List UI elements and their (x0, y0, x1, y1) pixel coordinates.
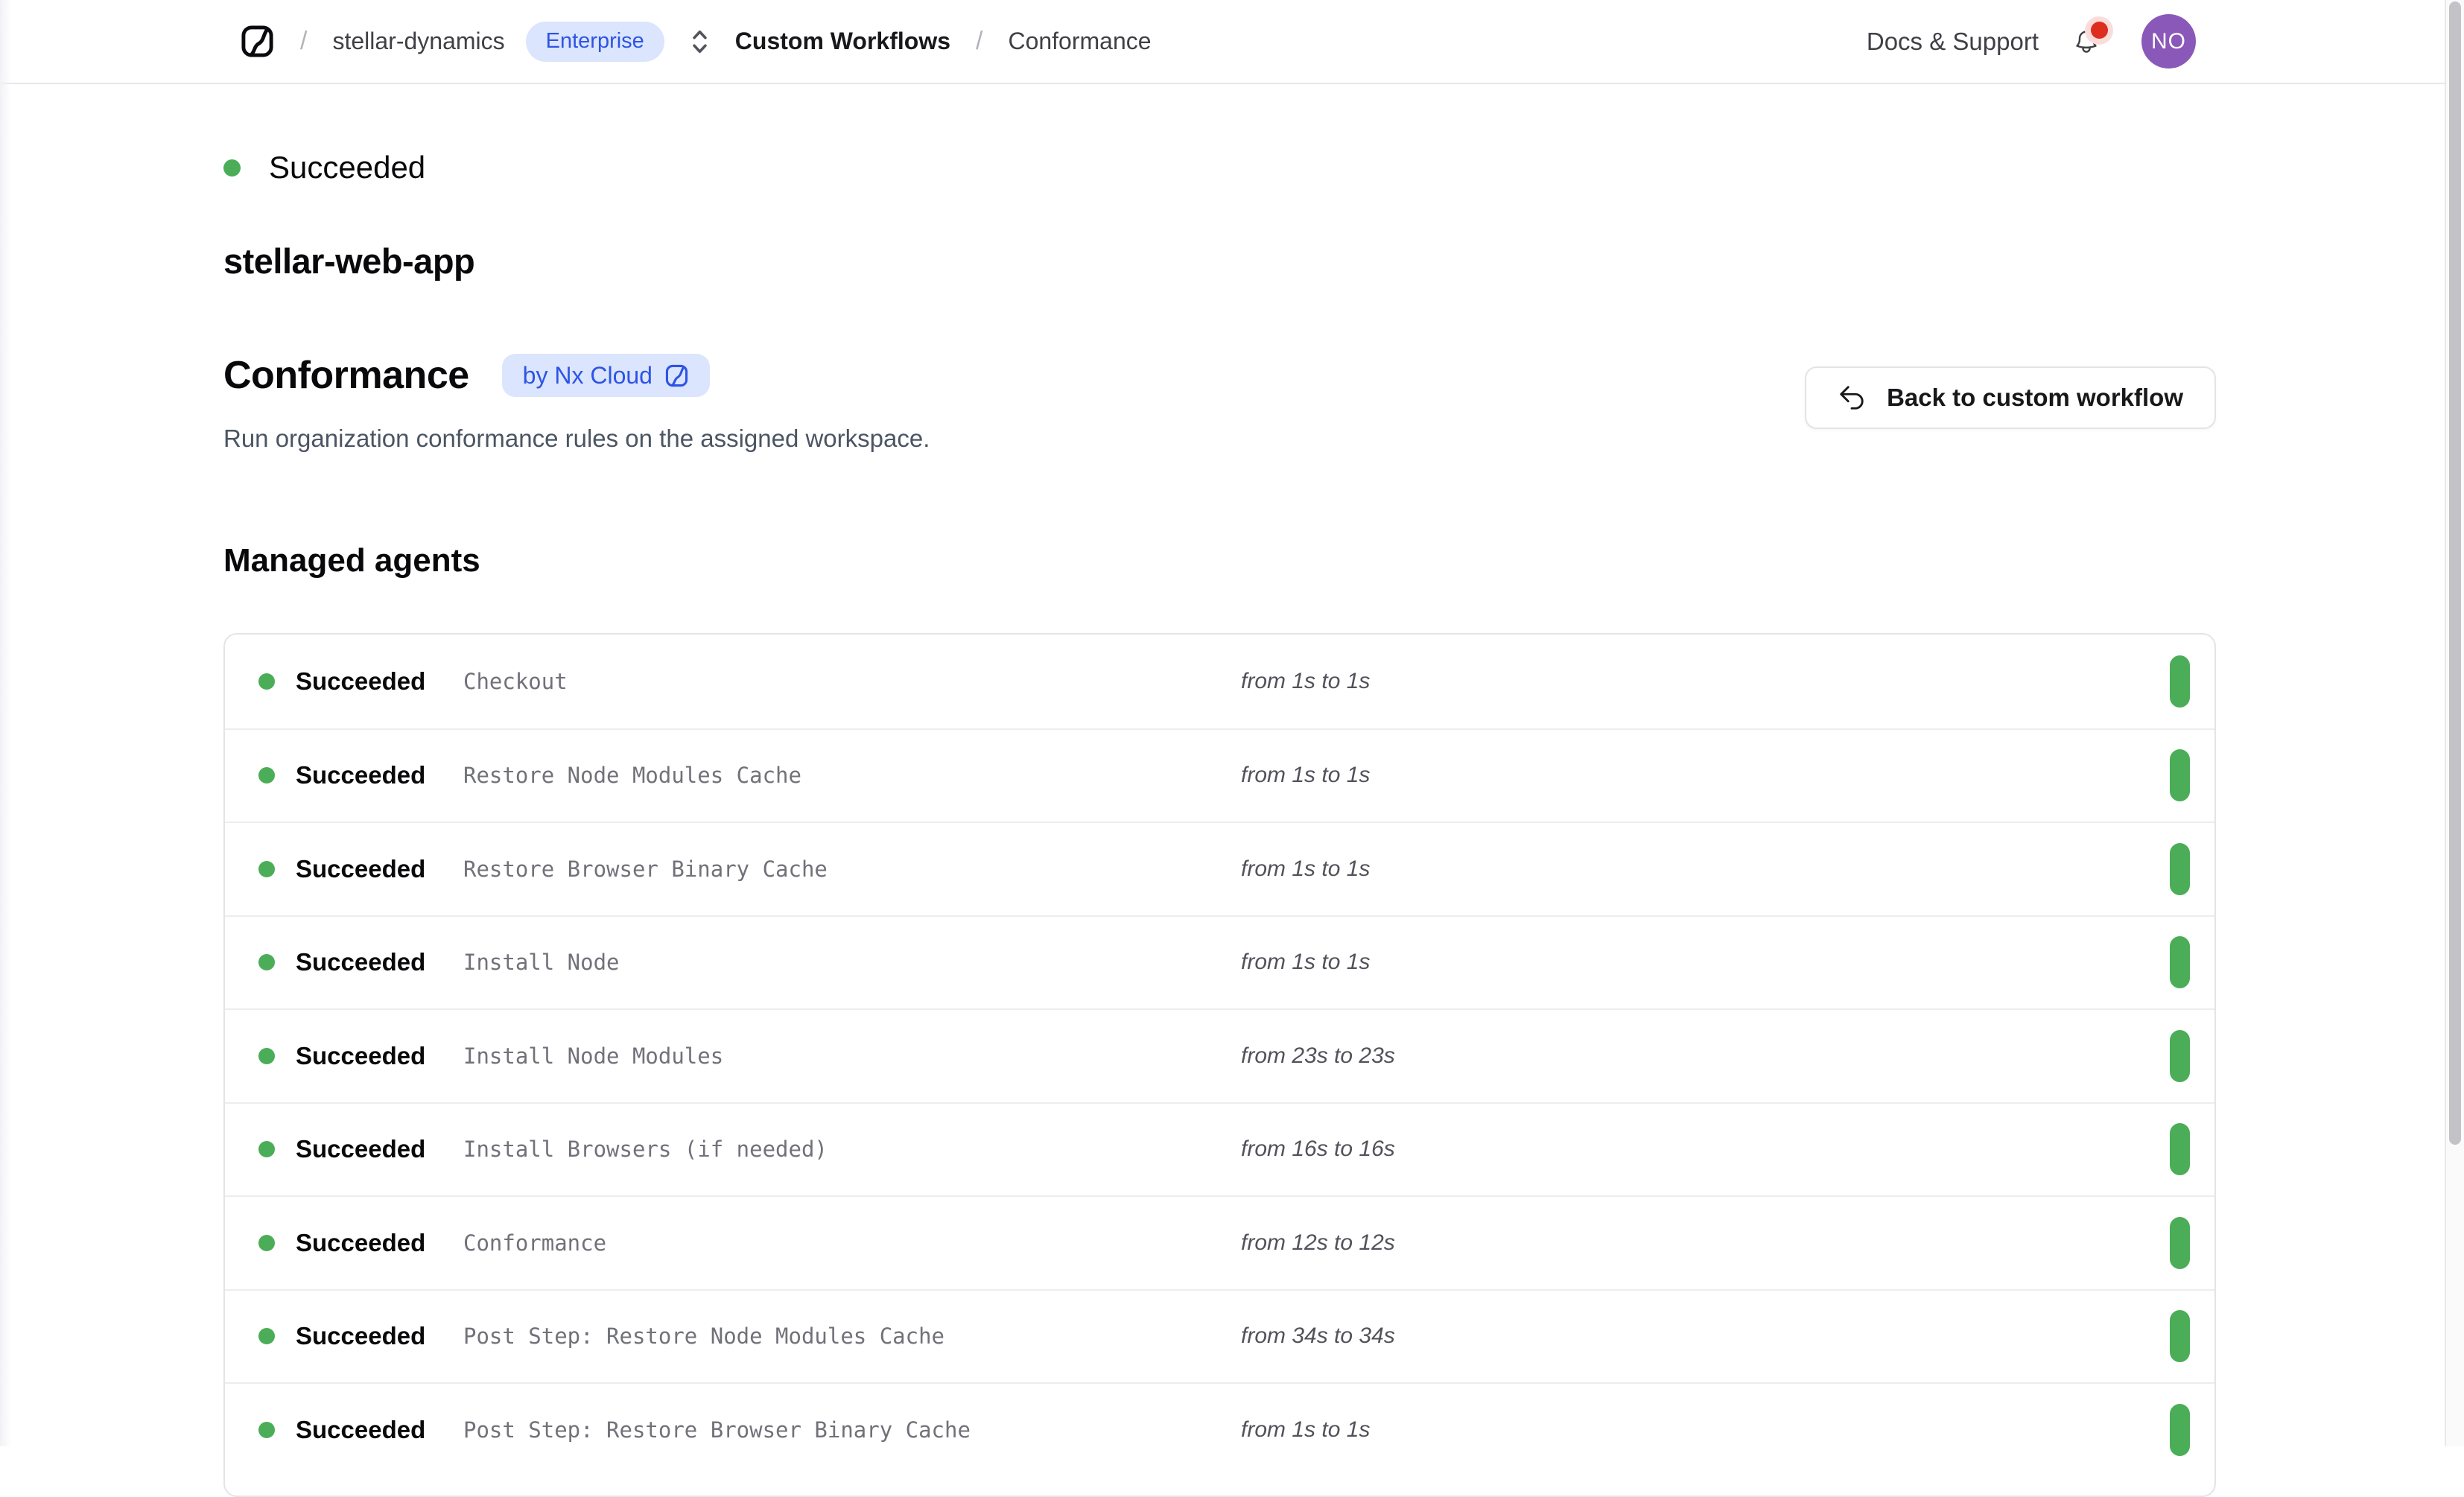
step-duration-bar (2170, 936, 2190, 988)
run-status-label: Succeeded (269, 150, 425, 185)
row-status: Succeeded (258, 761, 463, 789)
row-duration: from 34s to 34s (1241, 1323, 2170, 1349)
step-duration-bar (2170, 655, 2190, 708)
notification-halo (2085, 16, 2113, 45)
by-nx-cloud-label: by Nx Cloud (523, 362, 652, 390)
row-duration: from 1s to 1s (1241, 950, 2170, 975)
workspace-title: stellar-web-app (223, 241, 2216, 282)
managed-agents-list: Succeeded Checkout from 1s to 1s Succeed… (223, 633, 2216, 1497)
breadcrumb: / stellar-dynamics Enterprise Custom Wor… (240, 22, 1152, 62)
row-status: Succeeded (258, 1322, 463, 1350)
enterprise-badge: Enterprise (526, 22, 664, 62)
row-status: Succeeded (258, 1135, 463, 1163)
run-status: Succeeded (223, 150, 2216, 185)
agent-step-row[interactable]: Succeeded Install Browsers (if needed) f… (225, 1102, 2214, 1196)
row-status-label: Succeeded (296, 1322, 425, 1350)
row-status: Succeeded (258, 855, 463, 883)
workflow-title: Conformance (223, 353, 469, 398)
breadcrumb-separator: / (300, 27, 307, 56)
agent-step-row[interactable]: Succeeded Restore Browser Binary Cache f… (225, 821, 2214, 915)
row-status-label: Succeeded (296, 1416, 425, 1444)
step-duration-bar (2170, 1310, 2190, 1362)
row-duration: from 1s to 1s (1241, 763, 2170, 788)
row-status-label: Succeeded (296, 1042, 425, 1070)
managed-agents-title: Managed agents (223, 542, 2216, 579)
step-status-dot-icon (258, 767, 275, 784)
notifications-button[interactable] (2073, 28, 2100, 55)
row-status-label: Succeeded (296, 948, 425, 976)
step-status-dot-icon (258, 673, 275, 690)
scrollbar-track[interactable] (2445, 0, 2464, 1446)
row-step-name: Restore Node Modules Cache (463, 763, 1241, 788)
step-status-dot-icon (258, 1422, 275, 1438)
row-duration: from 23s to 23s (1241, 1043, 2170, 1069)
main-content: Succeeded stellar-web-app Conformance by… (223, 150, 2216, 1497)
top-navigation-bar: / stellar-dynamics Enterprise Custom Wor… (0, 0, 2464, 84)
workflow-header: Conformance by Nx Cloud Run organization… (223, 353, 2216, 453)
agent-step-row[interactable]: Succeeded Checkout from 1s to 1s (225, 635, 2214, 728)
row-status: Succeeded (258, 1416, 463, 1444)
status-dot-icon (223, 159, 241, 177)
row-status: Succeeded (258, 1229, 463, 1257)
row-status-label: Succeeded (296, 761, 425, 789)
back-arrow-icon (1838, 384, 1866, 412)
agent-step-row[interactable]: Succeeded Post Step: Restore Browser Bin… (225, 1382, 2214, 1476)
breadcrumb-section[interactable]: Custom Workflows (735, 28, 950, 55)
step-status-dot-icon (258, 954, 275, 970)
row-status-label: Succeeded (296, 1135, 425, 1163)
step-status-dot-icon (258, 1141, 275, 1157)
agent-step-row[interactable]: Succeeded Post Step: Restore Node Module… (225, 1289, 2214, 1383)
row-step-name: Install Node (463, 950, 1241, 975)
row-status: Succeeded (258, 1042, 463, 1070)
row-duration: from 1s to 1s (1241, 856, 2170, 882)
step-status-dot-icon (258, 1235, 275, 1251)
nx-cloud-logo-icon[interactable] (240, 24, 275, 59)
row-step-name: Restore Browser Binary Cache (463, 856, 1241, 882)
step-duration-bar (2170, 1123, 2190, 1175)
workflow-description: Run organization conformance rules on th… (223, 425, 930, 453)
docs-support-link[interactable]: Docs & Support (1867, 28, 2039, 56)
step-duration-bar (2170, 1217, 2190, 1269)
by-nx-cloud-badge[interactable]: by Nx Cloud (502, 354, 710, 397)
nx-cloud-badge-icon (664, 363, 689, 388)
step-duration-bar (2170, 1404, 2190, 1456)
scrollbar-thumb[interactable] (2449, 1, 2461, 1145)
row-step-name: Install Browsers (if needed) (463, 1137, 1241, 1162)
org-switcher-chevrons-icon[interactable] (690, 28, 710, 55)
step-duration-bar (2170, 1030, 2190, 1082)
back-button-label: Back to custom workflow (1887, 384, 2183, 412)
step-status-dot-icon (258, 861, 275, 877)
step-status-dot-icon (258, 1048, 275, 1064)
row-status-label: Succeeded (296, 667, 425, 696)
row-duration: from 12s to 12s (1241, 1230, 2170, 1256)
step-duration-bar (2170, 749, 2190, 801)
row-duration: from 16s to 16s (1241, 1137, 2170, 1162)
agent-step-row[interactable]: Succeeded Install Node Modules from 23s … (225, 1008, 2214, 1102)
row-step-name: Checkout (463, 669, 1241, 694)
agent-step-row[interactable]: Succeeded Install Node from 1s to 1s (225, 915, 2214, 1009)
agent-step-row[interactable]: Succeeded Conformance from 12s to 12s (225, 1195, 2214, 1289)
row-step-name: Install Node Modules (463, 1043, 1241, 1069)
row-step-name: Conformance (463, 1230, 1241, 1256)
row-duration: from 1s to 1s (1241, 669, 2170, 694)
window-left-edge (0, 0, 11, 1446)
row-status-label: Succeeded (296, 855, 425, 883)
row-duration: from 1s to 1s (1241, 1417, 2170, 1443)
row-status: Succeeded (258, 948, 463, 976)
row-status-label: Succeeded (296, 1229, 425, 1257)
row-step-name: Post Step: Restore Node Modules Cache (463, 1323, 1241, 1349)
notification-dot (2091, 22, 2108, 39)
agent-step-row[interactable]: Succeeded Restore Node Modules Cache fro… (225, 728, 2214, 822)
header-actions: Docs & Support NO (1867, 14, 2196, 69)
row-step-name: Post Step: Restore Browser Binary Cache (463, 1417, 1241, 1443)
breadcrumb-page: Conformance (1008, 28, 1151, 55)
back-to-custom-workflow-button[interactable]: Back to custom workflow (1805, 366, 2216, 429)
breadcrumb-org[interactable]: stellar-dynamics (332, 28, 504, 55)
step-status-dot-icon (258, 1328, 275, 1344)
user-avatar[interactable]: NO (2141, 14, 2196, 69)
step-duration-bar (2170, 843, 2190, 895)
row-status: Succeeded (258, 667, 463, 696)
breadcrumb-separator: / (976, 27, 982, 56)
